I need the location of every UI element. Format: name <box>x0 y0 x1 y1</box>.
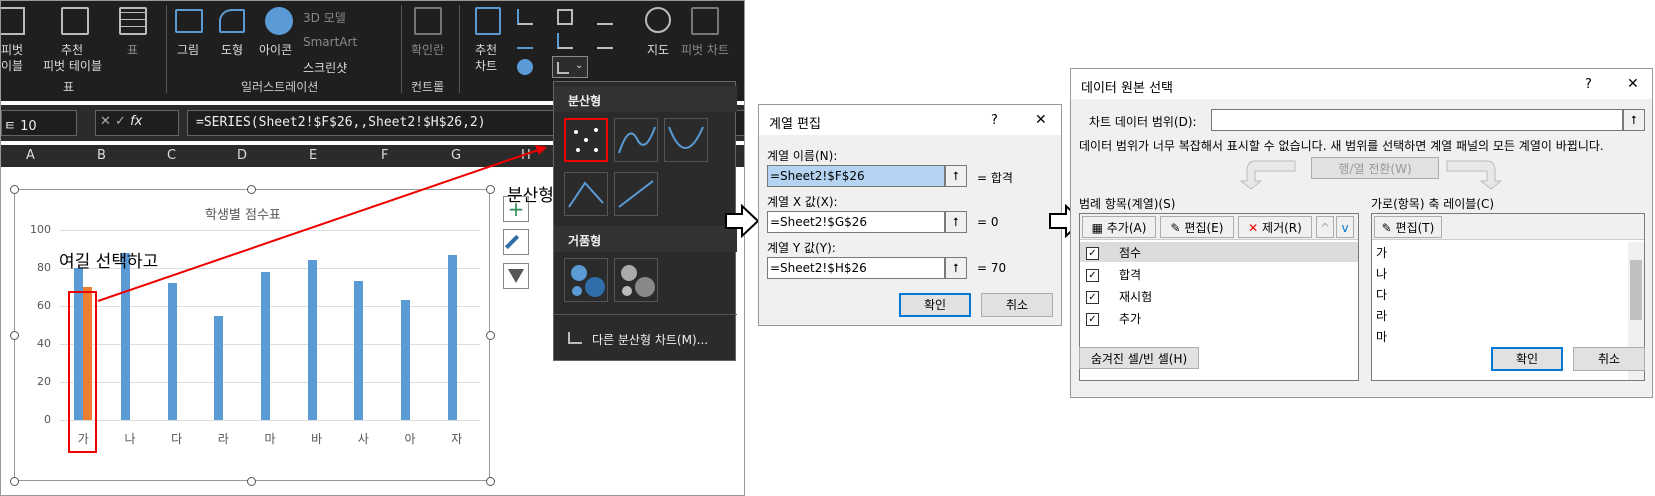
edit-axis-label: 편집(T) <box>1395 221 1435 235</box>
axis-list-item[interactable]: 라 <box>1376 307 1387 324</box>
add-series-button[interactable]: ▦ 추가(A) <box>1082 216 1156 238</box>
scatter-straight-markers-option[interactable] <box>564 172 608 216</box>
checkbox-icon[interactable]: ✓ <box>1086 291 1099 304</box>
series-item-label: 점수 <box>1119 246 1142 260</box>
scrollbar-thumb[interactable] <box>1630 260 1642 320</box>
legend-list-item[interactable]: ✓ 합격 <box>1080 264 1358 284</box>
edit-axis-button[interactable]: ✎ 편집(T) <box>1374 216 1442 238</box>
select-data-source-dialog: 데이터 원본 선택 ? ✕ 차트 데이터 범위(D): ⭡ 데이터 범위가 너무… <box>1070 68 1653 398</box>
collapse-dialog-icon[interactable]: ⭡ <box>945 211 967 233</box>
series-name-result: = 합격 <box>977 171 1013 185</box>
checkbox-icon[interactable]: ✓ <box>1086 269 1099 282</box>
checkbox-icon[interactable]: ✓ <box>1086 313 1099 326</box>
series-y-input[interactable]: =Sheet2!$H$26 <box>767 257 945 279</box>
remove-series-button[interactable]: ✕ 제거(R) <box>1238 216 1312 238</box>
collapse-dialog-icon[interactable]: ⭡ <box>945 257 967 279</box>
help-button[interactable]: ? <box>1585 77 1592 92</box>
bubble-3d-option[interactable] <box>614 258 658 302</box>
checkbox-icon[interactable]: ✓ <box>1086 247 1099 260</box>
legend-entries-label: 범례 항목(계열)(S) <box>1079 197 1176 211</box>
curved-arrow-right-icon <box>1446 160 1503 190</box>
legend-list-item[interactable]: ✓ 추가 <box>1080 308 1358 328</box>
legend-list-item[interactable]: ✓ 점수 <box>1080 242 1358 262</box>
scatter-smooth-lines-option[interactable] <box>664 118 708 162</box>
collapse-dialog-icon[interactable]: ⭡ <box>1623 109 1645 131</box>
close-button[interactable]: ✕ <box>1627 76 1639 92</box>
axis-list-item[interactable]: 가 <box>1376 244 1387 261</box>
collapse-dialog-icon[interactable]: ⭡ <box>945 165 967 187</box>
help-button[interactable]: ? <box>991 113 998 128</box>
series-name-label: 계열 이름(N): <box>767 149 838 163</box>
bubble-option[interactable] <box>564 258 608 302</box>
curved-arrow-left-icon <box>1239 160 1296 190</box>
series-x-input[interactable]: =Sheet2!$G$26 <box>767 211 945 233</box>
series-x-label: 계열 X 값(X): <box>767 195 838 209</box>
legend-list-item[interactable]: ✓ 재시험 <box>1080 286 1358 306</box>
edit-series-button[interactable]: ✎ 편집(E) <box>1160 216 1234 238</box>
series-name-input[interactable]: =Sheet2!$F$26 <box>767 165 945 187</box>
dialog-title: 계열 편집 <box>769 117 821 132</box>
cancel-button[interactable]: 취소 <box>1573 347 1645 371</box>
switch-row-column-button: 행/열 전환(W) <box>1311 157 1439 179</box>
hidden-empty-cells-button[interactable]: 숨겨진 셀/빈 셀(H) <box>1079 347 1199 369</box>
remove-series-label: 제거(R) <box>1262 221 1302 235</box>
more-scatter-icon <box>568 332 582 344</box>
scatter-straight-lines-option[interactable] <box>614 172 658 216</box>
series-x-result: = 0 <box>977 215 999 229</box>
scatter-markers-option[interactable] <box>564 118 608 162</box>
series-y-result: = 70 <box>977 261 1007 275</box>
axis-labels-label: 가로(항목) 축 레이블(C) <box>1371 197 1495 211</box>
excel-window: 피벗 이블 추천 피벗 테이블 표 표 그림 도형 아이콘 3D 모델 Smar… <box>0 0 745 496</box>
dialog-title-bar: 계열 편집 ? ✕ <box>759 105 1061 135</box>
dialog-title: 데이터 원본 선택 <box>1081 81 1173 96</box>
axis-list-item[interactable]: 다 <box>1376 286 1387 303</box>
series-y-label: 계열 Y 값(Y): <box>767 241 836 255</box>
scatter-smooth-markers-option[interactable] <box>614 118 658 162</box>
more-scatter-charts-item[interactable]: 다른 분산형 차트(M)... <box>592 331 708 348</box>
range-message: 데이터 범위가 너무 복잡해서 표시할 수 없습니다. 새 범위를 선택하면 계… <box>1079 139 1604 153</box>
series-item-label: 추가 <box>1119 312 1142 326</box>
add-series-label: 추가(A) <box>1106 221 1147 235</box>
series-item-label: 합격 <box>1119 268 1142 282</box>
right-arrow-icon <box>725 204 760 238</box>
dropdown-divider <box>554 314 737 315</box>
switch-row-column-label: 행/열 전환(W) <box>1338 162 1412 176</box>
cancel-button[interactable]: 취소 <box>981 293 1053 317</box>
scatter-section-header: 분산형 <box>554 86 737 112</box>
legend-toolbar: ▦ 추가(A) ✎ 편집(E) ✕ 제거(R) ^ v <box>1080 214 1358 240</box>
axis-list-item[interactable]: 나 <box>1376 265 1387 282</box>
dialog-title-bar: 데이터 원본 선택 ? ✕ <box>1071 69 1652 99</box>
ok-button[interactable]: 확인 <box>899 293 971 317</box>
chart-data-range-label: 차트 데이터 범위(D): <box>1089 115 1197 129</box>
axis-toolbar: ✎ 편집(T) <box>1372 214 1644 240</box>
close-button[interactable]: ✕ <box>1035 112 1047 128</box>
bubble-section-header: 거품형 <box>554 226 737 252</box>
edit-series-dialog: 계열 편집 ? ✕ 계열 이름(N): =Sheet2!$F$26 ⭡ = 합격… <box>758 104 1062 326</box>
move-down-icon[interactable]: v <box>1336 216 1354 238</box>
edit-series-label: 편집(E) <box>1184 221 1224 235</box>
series-item-label: 재시험 <box>1119 290 1153 304</box>
move-up-icon[interactable]: ^ <box>1316 216 1334 238</box>
scatter-chart-dropdown: 분산형 거품형 다른 분산형 차트(M)... <box>553 81 737 361</box>
axis-list-item[interactable]: 마 <box>1376 328 1387 345</box>
chart-data-range-input[interactable] <box>1211 109 1623 131</box>
ok-button[interactable]: 확인 <box>1491 347 1563 371</box>
